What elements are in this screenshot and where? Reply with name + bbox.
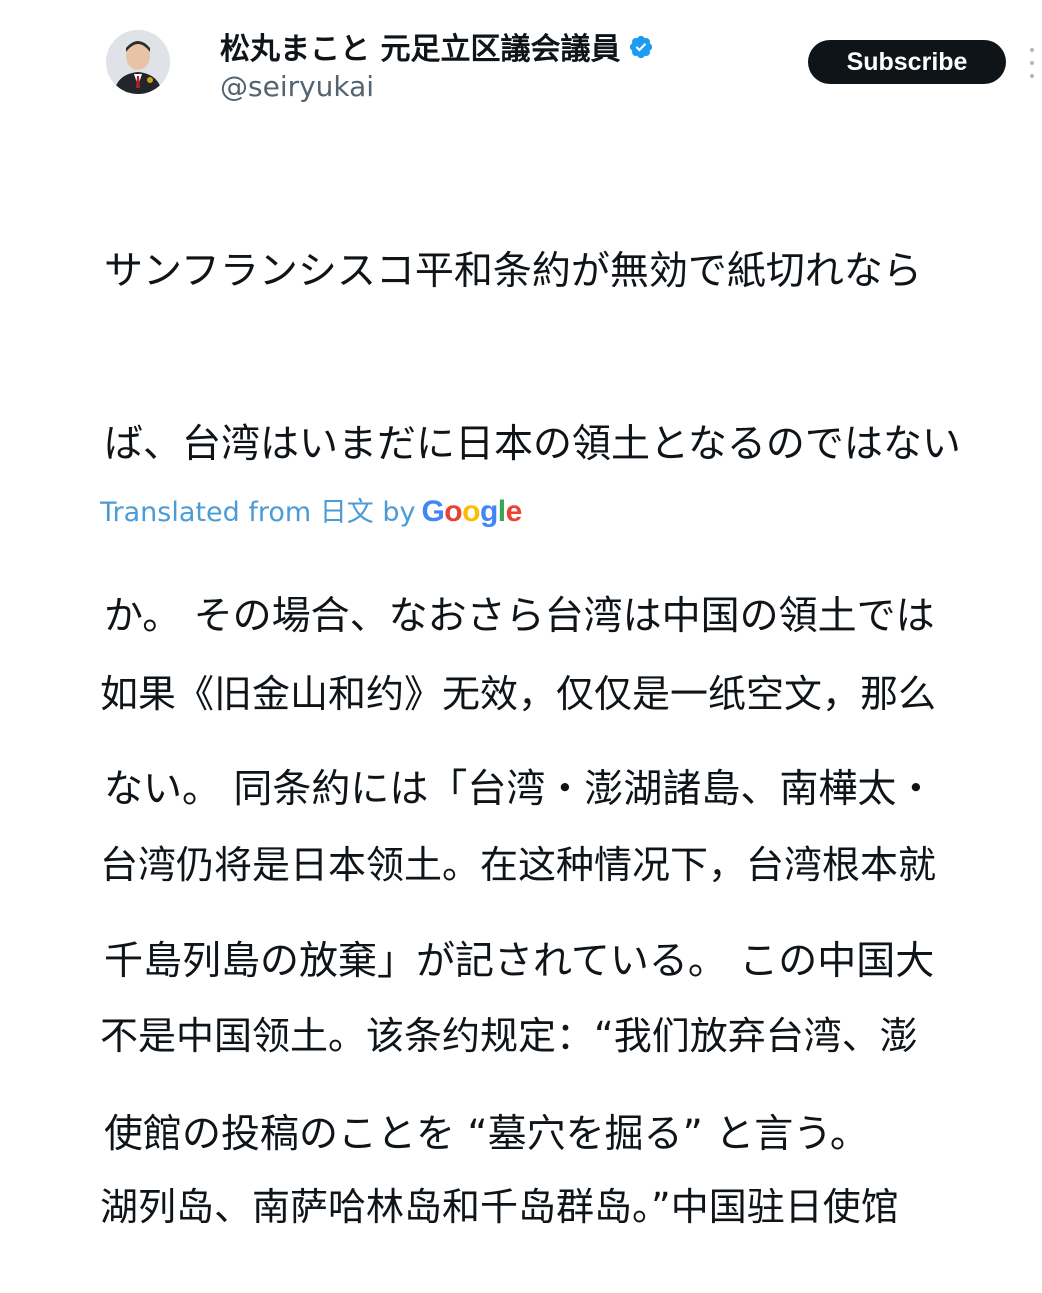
subscribe-button[interactable]: Subscribe xyxy=(808,40,1006,84)
translated-from-link[interactable]: Translated from 日文 by xyxy=(100,490,415,529)
more-options-icon[interactable] xyxy=(1030,48,1036,78)
translated-body: 如果《旧金山和约》无效，仅仅是一纸空文，那么 台湾仍将是日本领土。在这种情况下，… xyxy=(100,552,1020,1293)
translated-line: 台湾仍将是日本领土。在这种情况下，台湾根本就 xyxy=(100,843,937,887)
google-logo-letter: o xyxy=(462,495,480,528)
tweet-line: サンフランシスコ平和条約が無効で紙切れなら xyxy=(104,249,922,294)
google-logo-letter: o xyxy=(444,495,463,528)
author-handle[interactable]: @seiryukai xyxy=(220,70,374,103)
tweet-line: ば、台湾はいまだに日本の領土となるのではない xyxy=(104,421,961,467)
author-name-text: 松丸まこと 元足立区議会議員 xyxy=(220,32,621,67)
author-display-name[interactable]: 松丸まこと 元足立区議会議員 xyxy=(220,24,654,68)
avatar[interactable] xyxy=(106,30,170,94)
google-logo-letter: g xyxy=(479,495,498,528)
verified-badge-icon xyxy=(628,33,654,59)
translated-line: 如果《旧金山和约》无效，仅仅是一纸空文，那么 xyxy=(100,672,937,716)
translated-line: 不是中国领土。该条约规定：“我们放弃台湾、澎 xyxy=(100,1014,918,1058)
avatar-image xyxy=(106,30,170,94)
google-logo-letter: e xyxy=(505,495,523,528)
translated-line: 湖列岛、南萨哈林岛和千岛群岛。”中国驻日使馆 xyxy=(100,1185,899,1229)
translation-attribution[interactable]: Translated from 日文 by Google xyxy=(100,490,522,529)
google-logo: Google xyxy=(421,495,523,529)
google-logo-letter: G xyxy=(421,495,445,528)
google-logo-letter: l xyxy=(497,495,506,528)
tweet-header: 松丸まこと 元足立区議会議員 @seiryukai Subscribe xyxy=(0,0,1042,120)
